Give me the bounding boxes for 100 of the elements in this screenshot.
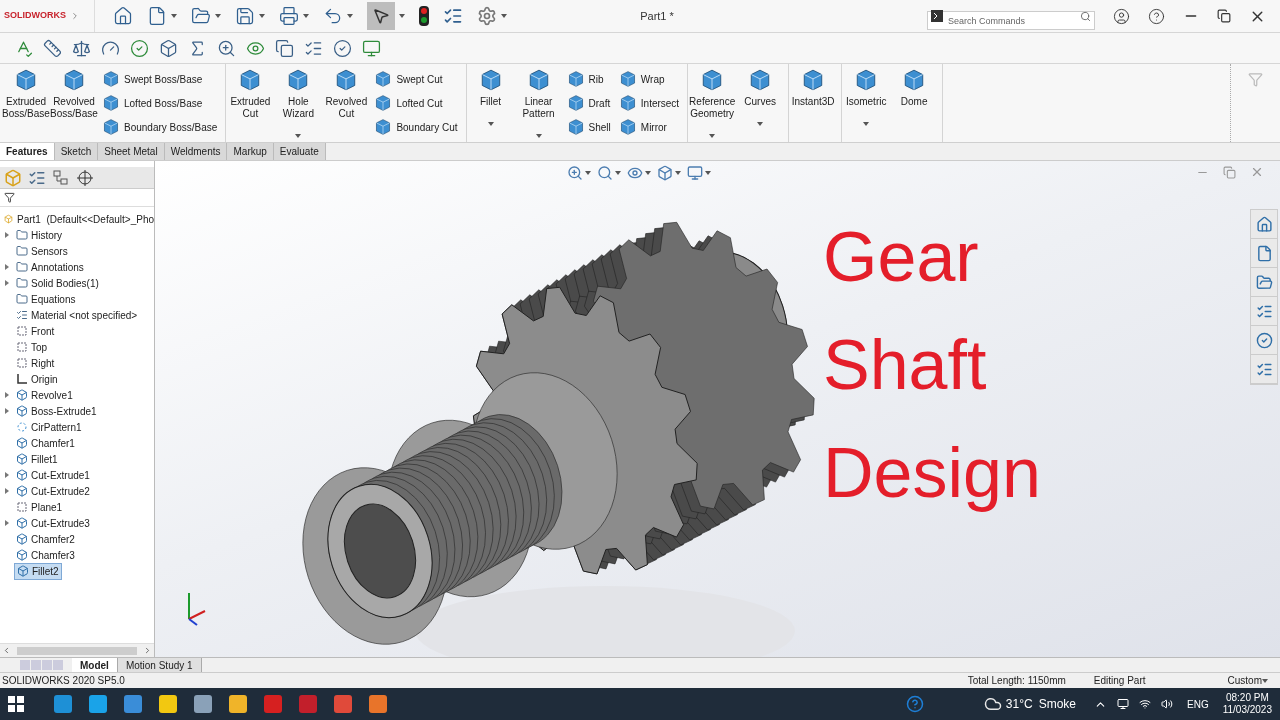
help-icon[interactable] [905, 695, 924, 713]
ribbon-button[interactable]: Intersect [640, 95, 680, 111]
open-folder-icon[interactable] [1255, 273, 1273, 291]
caret-icon[interactable] [259, 14, 265, 18]
search-field[interactable]: Search Commands [927, 11, 1095, 30]
tree-item[interactable]: Cut-Extrude3 [14, 515, 92, 531]
ribbon-button[interactable]: Linear Pattern [518, 96, 559, 120]
ribbon-button[interactable]: Extruded Cut [230, 96, 271, 120]
tab[interactable]: Motion Study 1 [117, 658, 202, 672]
ribbon-button[interactable]: Wrap [640, 71, 665, 87]
caret-icon[interactable] [585, 171, 591, 175]
eye-icon[interactable] [627, 165, 643, 181]
hierarchy-icon[interactable] [52, 168, 70, 187]
ribbon-button[interactable]: Revolved Boss/Base [50, 96, 98, 120]
caret-icon[interactable] [863, 122, 870, 126]
home-icon[interactable] [113, 6, 133, 26]
ribbon-button[interactable]: Shell [588, 119, 611, 135]
account-icon[interactable] [1113, 7, 1130, 25]
expand-arrow-icon[interactable] [5, 520, 9, 526]
wifi-icon[interactable] [1139, 698, 1151, 710]
tab[interactable]: Features [0, 143, 55, 160]
ribbon-button[interactable]: Lofted Boss/Base [124, 95, 203, 111]
caret-icon[interactable] [487, 122, 494, 126]
tree-item[interactable]: Fillet2 [14, 562, 62, 580]
language-indicator[interactable]: ENG [1187, 696, 1209, 712]
caret-icon[interactable] [705, 171, 711, 175]
expand-arrow-icon[interactable] [5, 264, 9, 270]
ribbon-button[interactable]: Boundary Cut [396, 119, 458, 135]
ribbon-button[interactable]: Curves [744, 96, 776, 108]
tab[interactable]: Sheet Metal [98, 143, 165, 160]
ribbon-button[interactable]: Fillet [480, 96, 502, 108]
tree-item[interactable]: Cut-Extrude1 [14, 467, 92, 483]
scrollbar-thumb[interactable] [17, 646, 137, 655]
crosshair-icon[interactable] [76, 168, 94, 187]
status-text[interactable]: Custom [1227, 673, 1262, 688]
scroll-left-icon[interactable] [2, 646, 11, 655]
copy-icon[interactable] [275, 38, 294, 58]
ribbon-button[interactable]: Rib [588, 71, 604, 87]
tree-item[interactable]: Chamfer1 [14, 435, 77, 451]
save-icon[interactable] [235, 6, 255, 26]
search-icon[interactable] [1080, 10, 1091, 22]
tab[interactable]: Markup [227, 143, 274, 160]
ribbon-button[interactable]: Revolved Cut [325, 96, 368, 120]
help-icon[interactable] [1148, 7, 1165, 25]
caret-icon[interactable] [303, 14, 309, 18]
tree-item[interactable]: Top [14, 339, 50, 355]
zoom-icon[interactable] [217, 38, 236, 58]
filter-icon[interactable] [4, 192, 15, 203]
caret-icon[interactable] [347, 14, 353, 18]
ribbon-button[interactable]: Swept Cut [396, 71, 443, 87]
caret-icon[interactable] [675, 171, 681, 175]
caret-icon[interactable] [501, 14, 507, 18]
ribbon-button[interactable]: Reference Geometry [689, 96, 736, 120]
tree-item[interactable]: Annotations [14, 259, 86, 275]
scroll-right-icon[interactable] [143, 646, 152, 655]
scale-icon[interactable] [72, 38, 91, 58]
file-icon[interactable] [1255, 244, 1273, 262]
open-folder-icon[interactable] [191, 6, 211, 26]
caret-icon[interactable] [1262, 678, 1268, 683]
caret-icon[interactable] [615, 171, 621, 175]
caret-icon[interactable] [535, 134, 542, 138]
restore-icon[interactable] [1217, 9, 1231, 23]
check-icon[interactable] [1255, 331, 1273, 349]
tab[interactable]: Model [72, 658, 118, 672]
expand-arrow-icon[interactable] [5, 408, 9, 414]
tree-item[interactable]: Fillet1 [14, 451, 60, 467]
weather-icon[interactable] [983, 695, 1002, 713]
tree-item[interactable]: History [14, 227, 65, 243]
ribbon-button[interactable]: Swept Boss/Base [124, 71, 203, 87]
ribbon-button[interactable]: Mirror [640, 119, 667, 135]
ribbon-button[interactable]: Boundary Boss/Base [124, 119, 218, 135]
box-icon[interactable] [657, 165, 673, 181]
tree-item[interactable]: Origin [14, 371, 60, 387]
caret-icon[interactable] [171, 14, 177, 18]
tree-item[interactable]: Front [14, 323, 57, 339]
zoom-icon[interactable] [567, 165, 583, 181]
expand-arrow-icon[interactable] [5, 232, 9, 238]
tree-item[interactable]: Sensors [14, 243, 70, 259]
tree-item[interactable]: Right [14, 355, 57, 371]
expand-arrow-icon[interactable] [5, 488, 9, 494]
settings-icon[interactable] [477, 6, 497, 26]
caret-icon[interactable] [757, 122, 764, 126]
ribbon-button[interactable]: Isometric [845, 96, 887, 108]
tree-item[interactable]: Chamfer3 [14, 547, 77, 563]
new-file-icon[interactable] [147, 6, 167, 26]
traffic-light-icon[interactable] [419, 6, 429, 26]
tree-item[interactable]: Solid Bodies(1) [14, 275, 101, 291]
ribbon-button[interactable]: Dome [900, 96, 928, 108]
tree-item[interactable]: Chamfer2 [14, 531, 77, 547]
tree-root[interactable]: Part1 (Default<<Default>_Pho [16, 211, 154, 227]
tree-item[interactable]: Revolve1 [14, 387, 75, 403]
tree-item[interactable]: Material <not specified> [14, 307, 140, 323]
ribbon-button[interactable]: Hole Wizard [278, 96, 319, 120]
undo-icon[interactable] [323, 6, 343, 26]
tree-item[interactable]: Equations [14, 291, 78, 307]
caret-icon[interactable] [215, 14, 221, 18]
clock-time[interactable]: 08:20 PM [1225, 692, 1269, 704]
windows-logo-icon[interactable] [8, 696, 24, 712]
expand-arrow-icon[interactable] [5, 472, 9, 478]
ruler-icon[interactable] [43, 38, 62, 58]
